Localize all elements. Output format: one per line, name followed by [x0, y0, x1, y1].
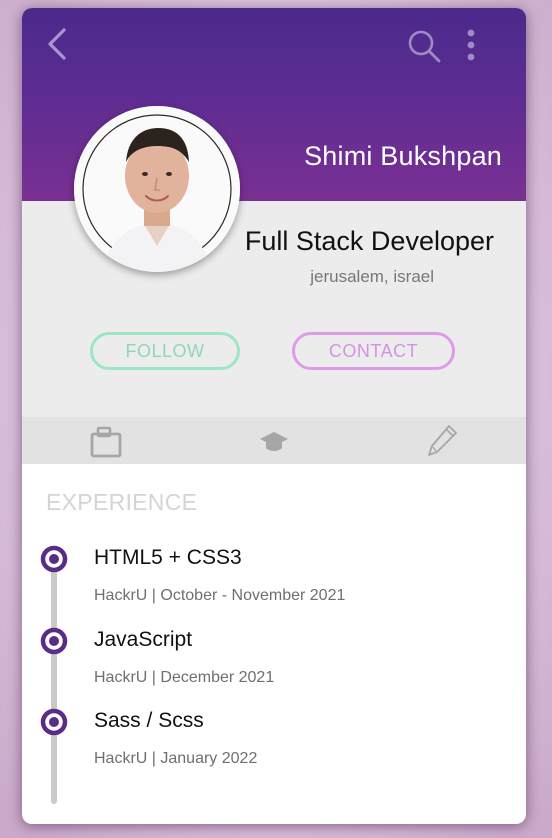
- contact-button[interactable]: CONTACT: [292, 332, 455, 370]
- job-title: Full Stack Developer: [244, 226, 494, 256]
- experience-heading: EXPERIENCE: [46, 489, 198, 515]
- experience-item: JavaScript HackrU | December 2021: [22, 627, 526, 707]
- pencil-icon: [428, 425, 457, 456]
- experience-title: JavaScript: [94, 628, 193, 651]
- tab-skills[interactable]: [424, 423, 460, 459]
- experience-item: HTML5 + CSS3 HackrU | October - November…: [22, 545, 526, 625]
- tab-education[interactable]: [256, 423, 292, 459]
- graduation-cap-icon: [260, 432, 288, 451]
- avatar: [74, 106, 240, 272]
- experience-meta: HackrU | December 2021: [94, 669, 275, 686]
- back-button[interactable]: [42, 26, 78, 62]
- profile-name: Shimi Bukshpan: [304, 141, 502, 171]
- timeline-dot-icon: [40, 708, 68, 736]
- timeline-dot-icon: [40, 627, 68, 655]
- chevron-left-icon: [48, 28, 66, 60]
- profile-tab-bar: [22, 417, 526, 464]
- briefcase-icon: [90, 426, 122, 458]
- follow-button[interactable]: FOLLOW: [90, 332, 240, 370]
- experience-title: Sass / Scss: [94, 709, 204, 732]
- profile-card: Shimi Bukshpan Full Stack Developer jeru…: [22, 8, 526, 824]
- experience-item: Sass / Scss HackrU | January 2022: [22, 708, 526, 788]
- search-button[interactable]: [406, 28, 442, 64]
- tab-work[interactable]: [88, 423, 124, 459]
- timeline-dot-icon: [40, 545, 68, 573]
- more-vertical-icon: [467, 29, 475, 61]
- experience-meta: HackrU | January 2022: [94, 750, 258, 767]
- location: jerusalem, israel: [310, 267, 434, 286]
- experience-meta: HackrU | October - November 2021: [94, 587, 346, 604]
- profile-photo: [74, 106, 240, 272]
- experience-title: HTML5 + CSS3: [94, 546, 242, 569]
- more-options-button[interactable]: [460, 28, 482, 64]
- search-icon: [408, 30, 441, 63]
